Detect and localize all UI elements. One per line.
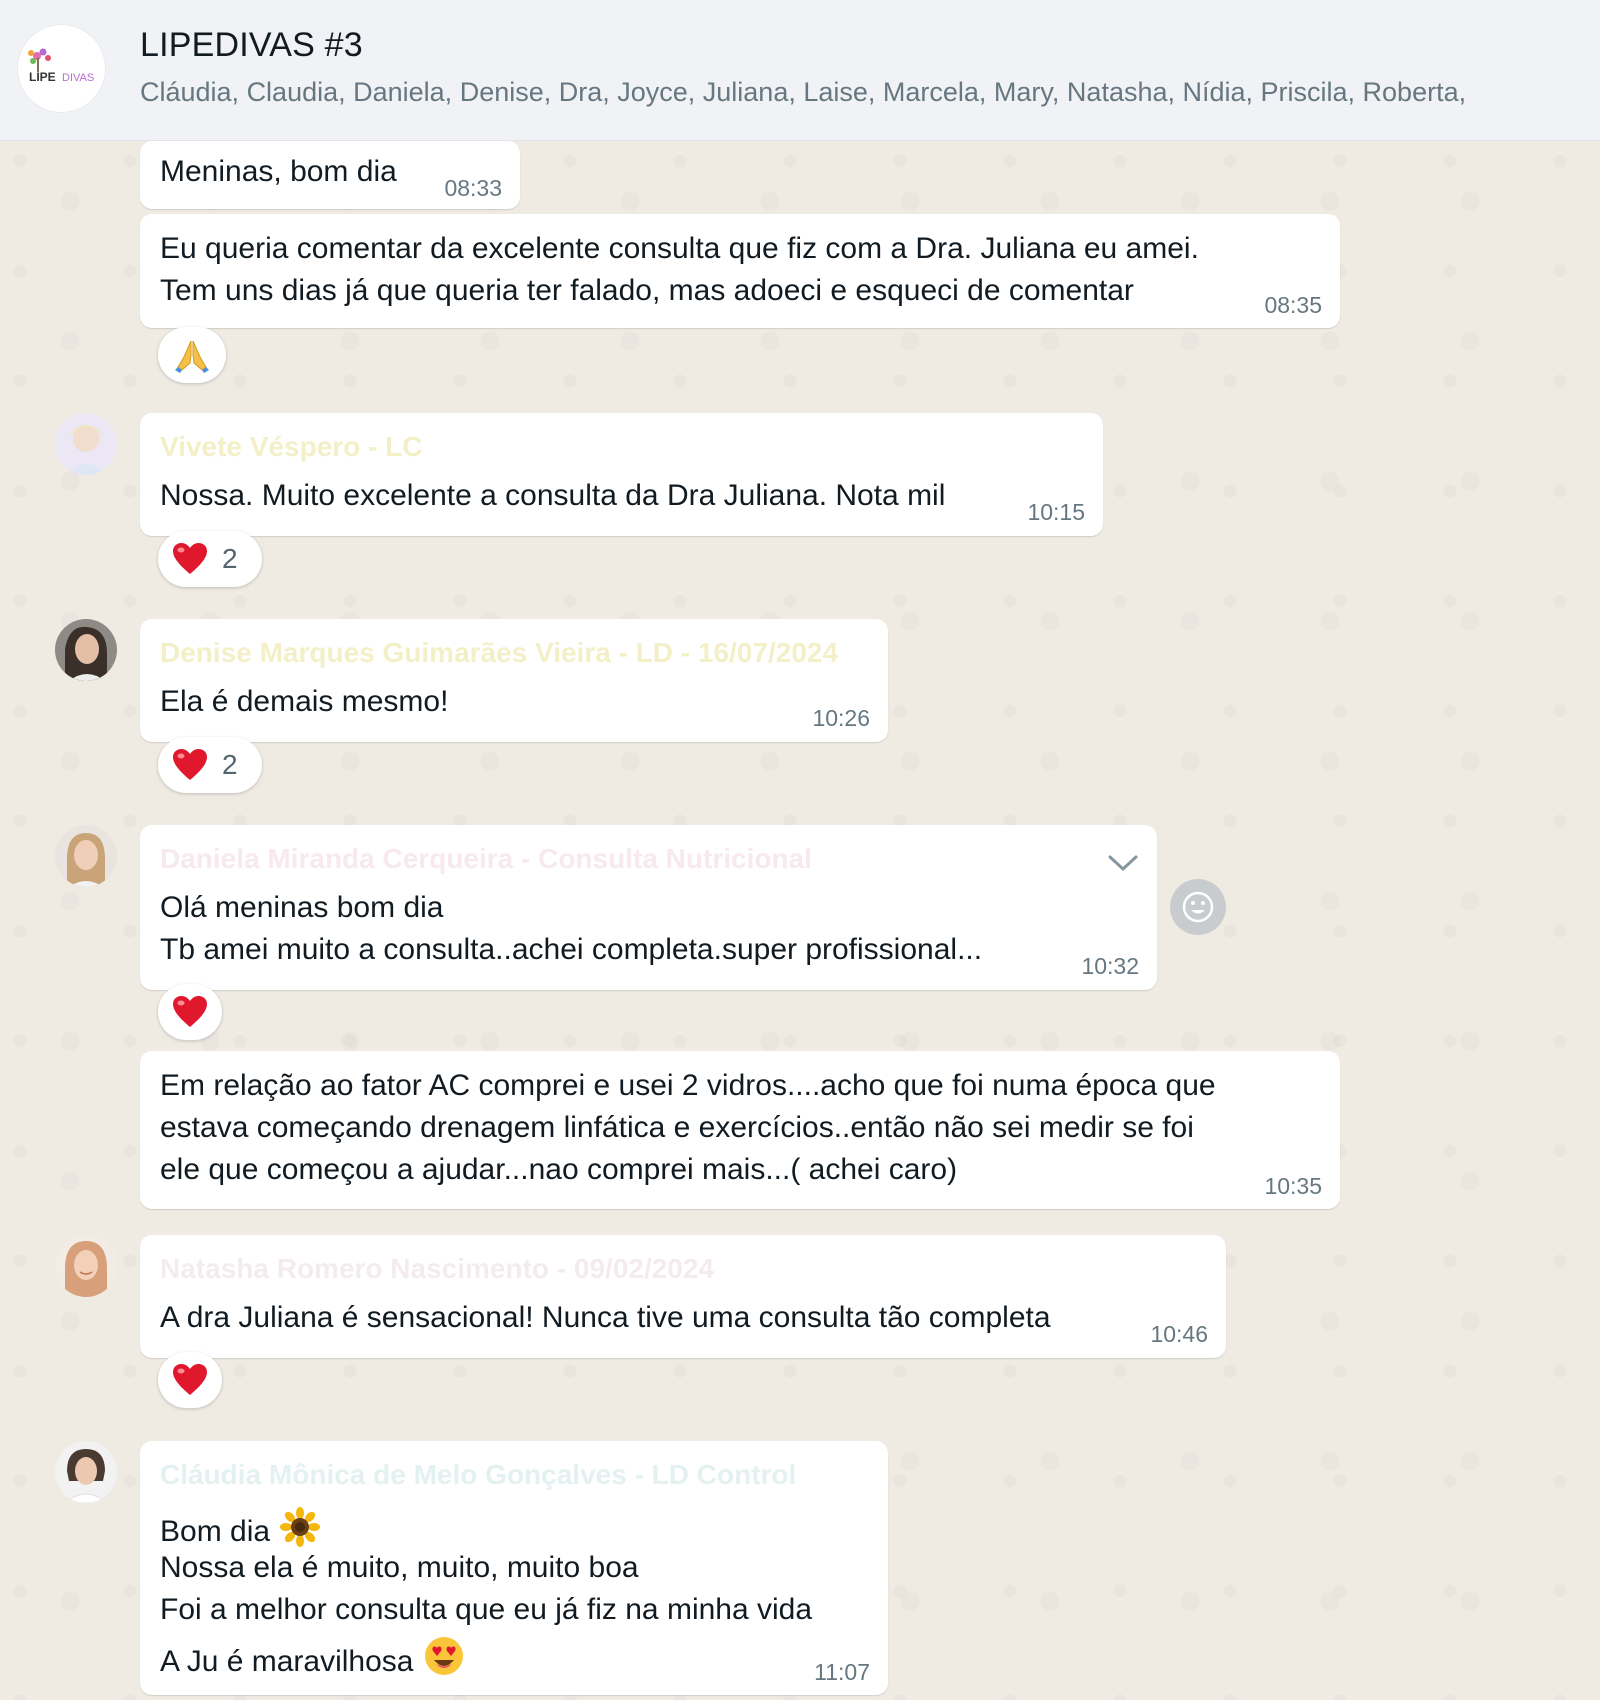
message-text: Nossa. Muito excelente a consulta da Dra… <box>160 479 946 512</box>
svg-text:DIVAS: DIVAS <box>62 72 94 84</box>
claudia-avatar-photo <box>55 1441 117 1503</box>
chevron-down-icon <box>1108 855 1138 872</box>
add-reaction-button[interactable] <box>1170 879 1226 935</box>
sender-name[interactable]: Denise Marques Guimarães Vieira - LD - 1… <box>160 637 838 669</box>
reaction-pill[interactable]: 2 <box>158 737 262 793</box>
sender-name[interactable]: Daniela Miranda Cerqueira - Consulta Nut… <box>160 843 812 875</box>
sender-name[interactable]: Natasha Romero Nascimento - 09/02/2024 <box>160 1253 714 1285</box>
message-text: Nossa ela é muito, muito, muito boa <box>160 1551 639 1584</box>
message-bubble[interactable]: Cláudia Mônica de Melo Gonçalves - LD Co… <box>140 1441 888 1695</box>
message-text: Bom dia <box>160 1515 271 1548</box>
message-text: estava começando drenagem linfática e ex… <box>160 1111 1194 1144</box>
message-bubble[interactable]: Daniela Miranda Cerqueira - Consulta Nut… <box>140 825 1157 990</box>
reaction-pill[interactable]: 2 <box>158 531 262 587</box>
group-title[interactable]: LIPEDIVAS #3 <box>140 26 363 65</box>
message-text-line: A Ju é maravilhosa <box>160 1635 465 1679</box>
message-time: 10:15 <box>1027 499 1085 525</box>
message-text: Em relação ao fator AC comprei e usei 2 … <box>160 1069 1216 1102</box>
message-text: Foi a melhor consulta que eu já fiz na m… <box>160 1593 813 1626</box>
message-time: 10:26 <box>812 705 870 731</box>
sender-name[interactable]: Vivete Véspero - LC <box>160 431 422 463</box>
reaction-count: 2 <box>222 749 238 780</box>
whatsapp-chat-window: LIPE DIVAS LIPEDIVAS #3 Cláudia, Claudia… <box>0 0 1600 1700</box>
smiley-icon <box>1182 891 1214 923</box>
message-text: Meninas, bom dia <box>160 155 397 188</box>
heart-emoji-icon <box>173 543 207 574</box>
daniela-avatar-photo <box>55 825 117 887</box>
message-text: ele que começou a ajudar...nao comprei m… <box>160 1153 958 1186</box>
avatar[interactable] <box>55 1235 117 1297</box>
message-text: Ela é demais mesmo! <box>160 685 449 718</box>
chat-header[interactable]: LIPE DIVAS LIPEDIVAS #3 Cláudia, Claudia… <box>0 0 1600 141</box>
group-avatar[interactable]: LIPE DIVAS <box>17 24 106 113</box>
message-text-line: Bom dia <box>160 1507 321 1549</box>
message-text: A Ju é maravilhosa <box>160 1645 414 1678</box>
message-bubble[interactable]: Natasha Romero Nascimento - 09/02/2024 A… <box>140 1235 1226 1358</box>
message-bubble[interactable]: Vivete Véspero - LC Nossa. Muito excelen… <box>140 413 1103 536</box>
heart-emoji-icon <box>173 1364 207 1395</box>
sender-name[interactable]: Cláudia Mônica de Melo Gonçalves - LD Co… <box>160 1459 796 1491</box>
heart-emoji-icon <box>173 996 207 1027</box>
reaction-pill[interactable] <box>158 1352 222 1408</box>
message-list[interactable]: Meninas, bom dia 08:33 Eu queria comenta… <box>0 141 1600 1700</box>
pray-emoji-icon <box>175 340 209 373</box>
vivete-avatar-photo <box>55 413 117 475</box>
svg-text:LIPE: LIPE <box>29 70 56 84</box>
message-menu-chevron-icon[interactable] <box>1103 843 1143 883</box>
reaction-pill[interactable] <box>158 984 222 1040</box>
message-text: Olá meninas bom dia <box>160 891 444 924</box>
avatar[interactable] <box>55 825 117 887</box>
heart-emoji-icon <box>173 749 207 780</box>
denise-avatar-photo <box>55 619 117 681</box>
avatar[interactable] <box>55 1441 117 1503</box>
reaction-count: 2 <box>222 543 238 574</box>
message-time: 08:35 <box>1264 292 1322 318</box>
sunflower-emoji-icon <box>280 1507 321 1547</box>
message-text: Tem uns dias já que queria ter falado, m… <box>160 274 1134 307</box>
message-bubble[interactable]: Em relação ao fator AC comprei e usei 2 … <box>140 1051 1340 1209</box>
message-text: Eu queria comentar da excelente consulta… <box>160 232 1199 265</box>
message-time: 11:07 <box>814 1659 870 1685</box>
avatar[interactable] <box>55 619 117 681</box>
reaction-pill[interactable] <box>158 327 226 383</box>
lipedivas-logo: LIPE DIVAS <box>27 48 94 84</box>
message-time: 10:32 <box>1081 953 1139 979</box>
message-time: 10:35 <box>1264 1173 1322 1199</box>
message-bubble[interactable]: Eu queria comentar da excelente consulta… <box>140 214 1340 328</box>
heart-eyes-emoji-icon <box>423 1635 465 1677</box>
message-time: 10:46 <box>1150 1321 1208 1347</box>
natasha-avatar-photo <box>55 1235 117 1297</box>
avatar[interactable] <box>55 413 117 475</box>
message-bubble[interactable]: Meninas, bom dia 08:33 <box>140 141 520 209</box>
message-bubble[interactable]: Denise Marques Guimarães Vieira - LD - 1… <box>140 619 888 742</box>
message-text: A dra Juliana é sensacional! Nunca tive … <box>160 1301 1051 1334</box>
group-members-list[interactable]: Cláudia, Claudia, Daniela, Denise, Dra, … <box>140 77 1600 108</box>
message-text: Tb amei muito a consulta..achei completa… <box>160 933 983 966</box>
message-time: 08:33 <box>444 175 502 201</box>
